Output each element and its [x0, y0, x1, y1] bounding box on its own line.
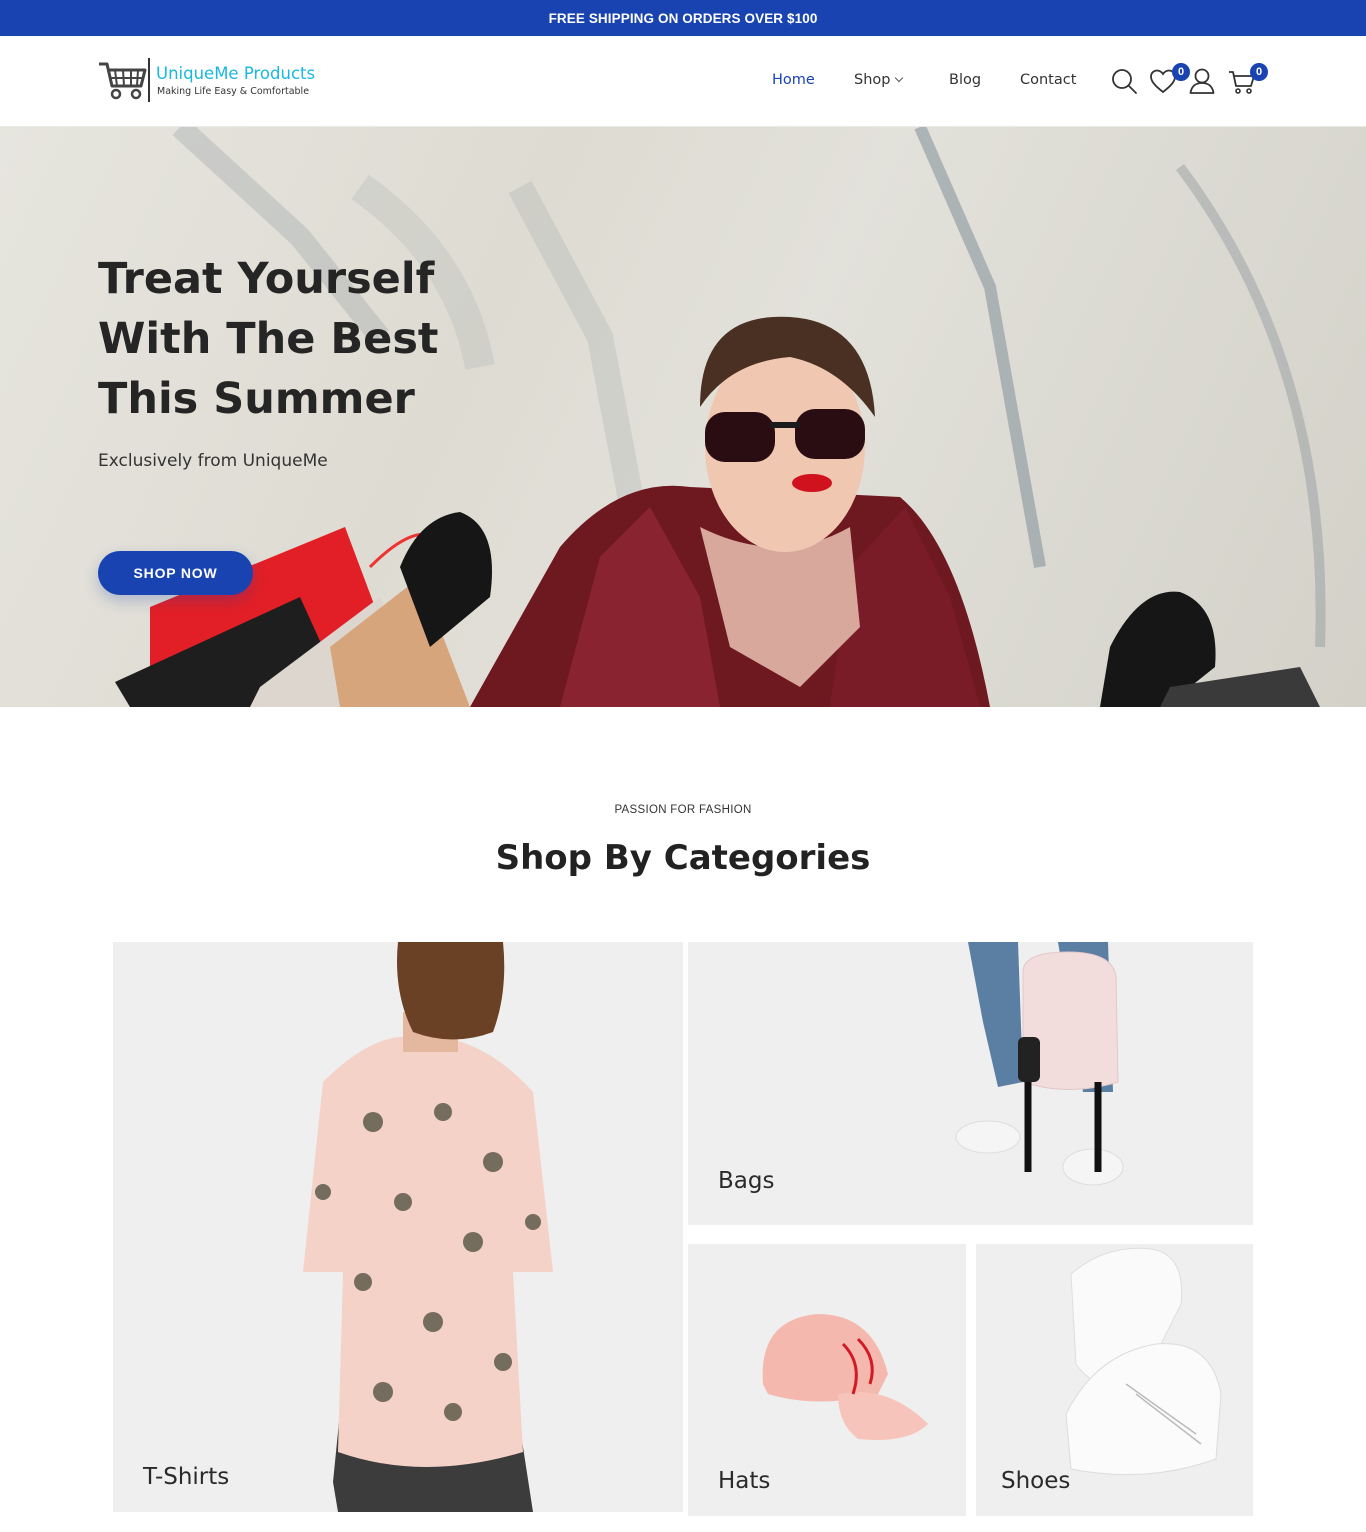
shop-now-button[interactable]: SHOP NOW: [98, 551, 253, 595]
search-icon[interactable]: [1109, 66, 1139, 96]
tshirts-image: [303, 942, 553, 1512]
cart-count-badge: 0: [1250, 63, 1268, 81]
logo-divider: [148, 58, 150, 102]
logo-cart-icon: [99, 62, 147, 100]
hero-title-line: Treat Yourself: [98, 254, 435, 304]
hero-title-line: With The Best: [98, 314, 439, 364]
category-label-tshirts: T-Shirts: [143, 1464, 230, 1490]
category-label-hats: Hats: [718, 1468, 771, 1494]
chevron-down-icon: [895, 73, 904, 83]
category-tile-bags[interactable]: Bags: [688, 942, 1253, 1225]
site-header: UniqueMe Products Making Life Easy & Com…: [0, 36, 1366, 127]
announcement-text: FREE SHIPPING ON ORDERS OVER $100: [548, 10, 818, 26]
logo-tagline: Making Life Easy & Comfortable: [157, 86, 310, 97]
hero-title-line: This Summer: [98, 374, 415, 424]
category-label-bags: Bags: [718, 1168, 775, 1194]
category-tile-shoes[interactable]: Shoes: [976, 1244, 1253, 1516]
logo-brand-name: UniqueMe Products: [156, 64, 316, 83]
nav-blog[interactable]: Blog: [949, 72, 981, 88]
announcement-bar: FREE SHIPPING ON ORDERS OVER $100: [0, 0, 1366, 36]
nav-shop-label: Shop: [854, 72, 891, 88]
section-title: Shop By Categories: [495, 838, 871, 878]
category-tile-hats[interactable]: Hats: [688, 1244, 966, 1516]
site-logo[interactable]: UniqueMe Products Making Life Easy & Com…: [97, 56, 317, 106]
hero-title: Treat Yourself With The Best This Summer: [98, 249, 518, 429]
nav-shop[interactable]: Shop: [854, 72, 904, 88]
nav-contact[interactable]: Contact: [1020, 72, 1076, 88]
category-tile-tshirts[interactable]: T-Shirts: [113, 942, 683, 1512]
category-label-shoes: Shoes: [1001, 1468, 1071, 1494]
nav-home[interactable]: Home: [772, 72, 815, 88]
hero-banner: Treat Yourself With The Best This Summer…: [0, 127, 1366, 707]
section-eyebrow: PASSION FOR FASHION: [614, 804, 752, 816]
hero-subtitle: Exclusively from UniqueMe: [98, 451, 328, 471]
user-icon[interactable]: [1187, 66, 1217, 96]
